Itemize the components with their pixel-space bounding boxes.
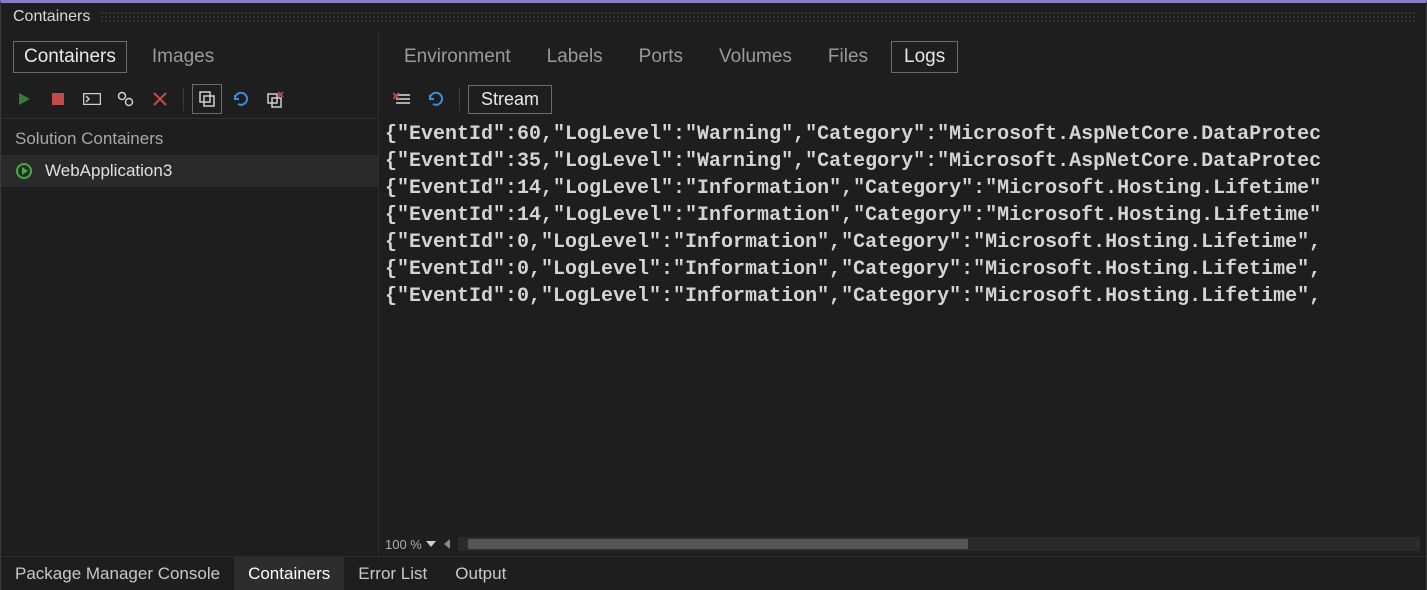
details-pane: Environment Labels Ports Volumes Files L… <box>379 31 1426 556</box>
detail-tabs: Environment Labels Ports Volumes Files L… <box>379 31 1426 79</box>
scrollbar-thumb[interactable] <box>468 539 968 549</box>
containers-sidebar: Containers Images <box>1 31 379 556</box>
wrap-icon <box>393 92 411 106</box>
tab-labels[interactable]: Labels <box>534 41 616 73</box>
zoom-value: 100 % <box>385 537 422 552</box>
scroll-left-icon[interactable] <box>442 538 452 550</box>
tab-logs[interactable]: Logs <box>891 41 958 73</box>
prune-button[interactable] <box>260 84 290 114</box>
zoom-bar: 100 % <box>379 534 1426 556</box>
log-line: {"EventId":14,"LogLevel":"Information","… <box>385 204 1321 227</box>
refresh-logs-button[interactable] <box>421 84 451 114</box>
refresh-button[interactable] <box>226 84 256 114</box>
tab-files[interactable]: Files <box>815 41 881 73</box>
log-line: {"EventId":0,"LogLevel":"Information","C… <box>385 258 1321 281</box>
tab-volumes[interactable]: Volumes <box>706 41 805 73</box>
stop-icon <box>52 93 64 105</box>
refresh-icon <box>427 90 445 108</box>
terminal-button[interactable] <box>77 84 107 114</box>
tab-containers[interactable]: Containers <box>13 41 127 73</box>
log-line: {"EventId":14,"LogLevel":"Information","… <box>385 177 1321 200</box>
panel-grip[interactable] <box>100 11 1416 23</box>
refresh-icon <box>232 90 250 108</box>
panel-title-bar: Containers <box>1 3 1426 31</box>
sidebar-tabs: Containers Images <box>1 31 378 79</box>
sidebar-section-heading: Solution Containers <box>1 119 378 155</box>
container-item[interactable]: WebApplication3 <box>1 155 378 187</box>
stream-toggle[interactable]: Stream <box>468 85 552 114</box>
delete-icon <box>153 92 167 106</box>
tab-output[interactable]: Output <box>441 557 520 590</box>
tab-containers-window[interactable]: Containers <box>234 557 344 590</box>
remove-container-button[interactable] <box>145 84 175 114</box>
tool-window-tabs: Package Manager Console Containers Error… <box>1 556 1426 590</box>
horizontal-scrollbar[interactable] <box>458 537 1420 551</box>
start-container-button[interactable] <box>9 84 39 114</box>
container-name: WebApplication3 <box>45 161 172 181</box>
panel-title: Containers <box>13 8 90 26</box>
stack-icon <box>198 90 216 108</box>
zoom-dropdown[interactable]: 100 % <box>385 537 436 552</box>
show-all-containers-button[interactable] <box>192 84 222 114</box>
logs-toolbar: Stream <box>379 79 1426 119</box>
stop-container-button[interactable] <box>43 84 73 114</box>
tab-ports[interactable]: Ports <box>626 41 696 73</box>
tab-images[interactable]: Images <box>141 41 225 73</box>
settings-button[interactable] <box>111 84 141 114</box>
prune-icon <box>266 90 284 108</box>
log-line: {"EventId":35,"LogLevel":"Warning","Cate… <box>385 150 1321 173</box>
log-line: {"EventId":0,"LogLevel":"Information","C… <box>385 231 1321 254</box>
log-output[interactable]: {"EventId":60,"LogLevel":"Warning","Cate… <box>379 119 1426 534</box>
running-icon <box>15 162 33 180</box>
tab-environment[interactable]: Environment <box>391 41 524 73</box>
tab-package-manager-console[interactable]: Package Manager Console <box>1 557 234 590</box>
container-list: WebApplication3 <box>1 155 378 556</box>
tab-error-list[interactable]: Error List <box>344 557 441 590</box>
play-icon <box>17 92 31 106</box>
log-line: {"EventId":0,"LogLevel":"Information","C… <box>385 285 1321 308</box>
clear-logs-button[interactable] <box>387 84 417 114</box>
toolbar-separator <box>183 87 184 111</box>
chevron-down-icon <box>426 540 436 548</box>
log-line: {"EventId":60,"LogLevel":"Warning","Cate… <box>385 123 1321 146</box>
sidebar-toolbar <box>1 79 378 119</box>
toolbar-separator <box>459 87 460 111</box>
gear-icon <box>117 91 135 107</box>
terminal-icon <box>83 93 101 105</box>
